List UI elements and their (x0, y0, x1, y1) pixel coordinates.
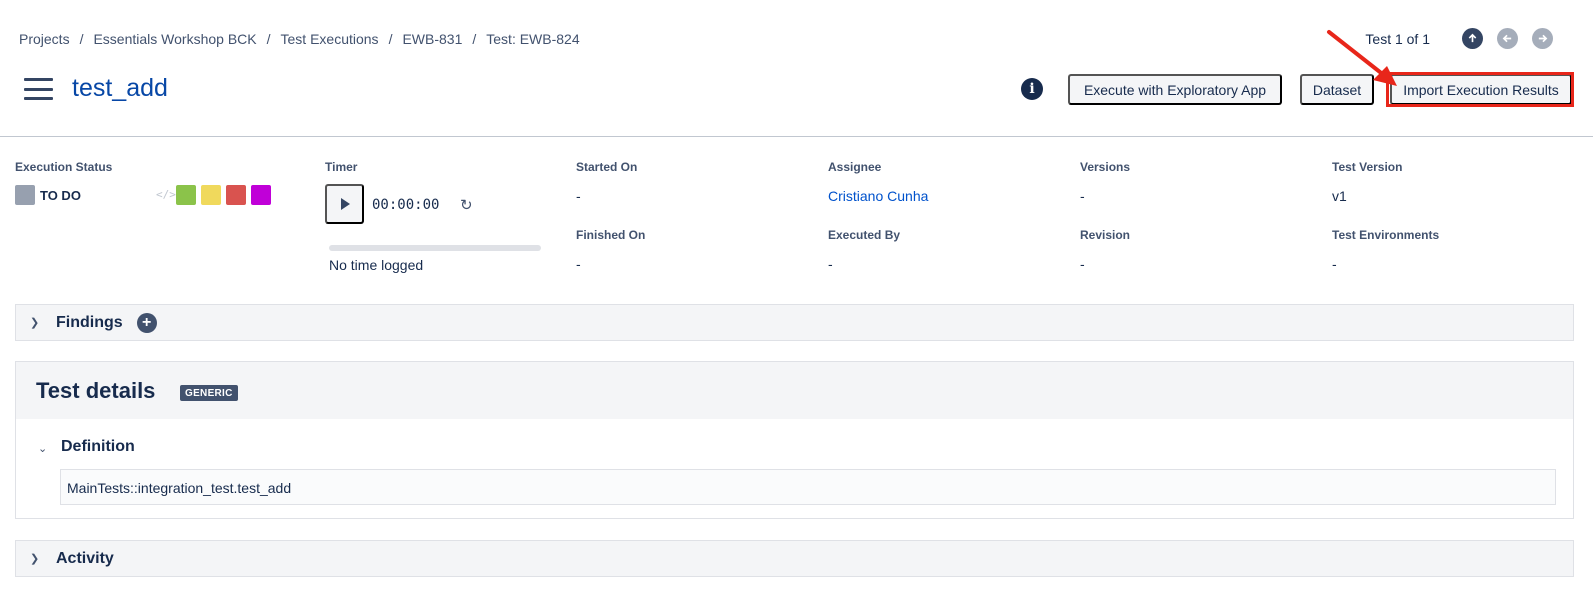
timer-label: Timer (325, 160, 358, 174)
chevron-right-icon[interactable]: ❯ (30, 316, 50, 329)
executed-by-label: Executed By (828, 228, 901, 242)
timer-log-text: No time logged (329, 257, 424, 273)
status-pass-swatch[interactable] (176, 185, 196, 205)
test-environments-label: Test Environments (1332, 228, 1440, 242)
status-other-swatch[interactable] (251, 185, 271, 205)
started-on-label: Started On (576, 160, 638, 174)
chevron-down-icon[interactable]: ⌄ (38, 442, 47, 455)
breadcrumb-separator: / (472, 31, 477, 47)
assignee-label: Assignee (828, 160, 882, 174)
test-details-panel: Test details GENERIC ⌄ Definition MainTe… (15, 361, 1574, 519)
execution-status-value[interactable]: TO DO (40, 188, 81, 203)
activity-panel[interactable]: ❯ Activity (15, 540, 1574, 577)
import-execution-results-button[interactable]: Import Execution Results (1390, 74, 1572, 105)
definition-title[interactable]: Definition (61, 438, 135, 456)
definition-value: MainTests::integration_test.test_add (60, 469, 1556, 505)
breadcrumb-separator: / (79, 31, 84, 47)
code-icon[interactable]: </> (156, 188, 176, 201)
timer-progress-bar (329, 245, 541, 251)
reset-icon[interactable]: ↻ (460, 196, 473, 214)
started-on-value: - (576, 188, 581, 204)
executed-by-value: - (828, 256, 833, 272)
breadcrumb-separator: / (388, 31, 393, 47)
chevron-right-icon[interactable]: ❯ (30, 552, 50, 565)
versions-label: Versions (1080, 160, 1131, 174)
revision-label: Revision (1080, 228, 1131, 242)
activity-title: Activity (56, 549, 114, 567)
breadcrumb-separator: / (266, 31, 271, 47)
status-swatch (15, 185, 35, 205)
finished-on-value: - (576, 256, 581, 272)
timer-play-button[interactable] (325, 184, 364, 224)
status-executing-swatch[interactable] (201, 185, 221, 205)
findings-title: Findings (56, 313, 123, 331)
breadcrumb-test[interactable]: Test: EWB-824 (486, 31, 579, 47)
test-type-badge: GENERIC (180, 385, 238, 401)
test-environments-value: - (1332, 256, 1337, 272)
arrow-left-icon[interactable] (1497, 28, 1518, 49)
test-version-value: v1 (1332, 188, 1347, 204)
hamburger-menu-icon[interactable] (24, 78, 53, 100)
assignee-link[interactable]: Cristiano Cunha (828, 188, 928, 204)
status-fail-swatch[interactable] (226, 185, 246, 205)
info-icon[interactable]: i (1021, 78, 1043, 100)
test-details-title: Test details (36, 378, 156, 403)
timer-time: 00:00:00 (372, 197, 440, 213)
breadcrumb: Projects / Essentials Workshop BCK / Tes… (19, 31, 580, 47)
breadcrumb-project[interactable]: Essentials Workshop BCK (93, 31, 256, 47)
arrow-right-icon[interactable] (1532, 28, 1553, 49)
arrow-up-icon[interactable] (1462, 28, 1483, 49)
revision-value: - (1080, 256, 1085, 272)
execution-status-label: Execution Status (15, 160, 113, 174)
test-details-header: Test details GENERIC (16, 362, 1573, 419)
finished-on-label: Finished On (576, 228, 646, 242)
page-title: test_add (72, 74, 168, 102)
breadcrumb-test-executions[interactable]: Test Executions (281, 31, 379, 47)
header-divider (0, 136, 1593, 137)
findings-panel[interactable]: ❯ Findings + (15, 304, 1574, 341)
breadcrumb-execution[interactable]: EWB-831 (402, 31, 462, 47)
versions-value: - (1080, 188, 1085, 204)
test-version-label: Test Version (1332, 160, 1403, 174)
breadcrumb-projects[interactable]: Projects (19, 31, 70, 47)
execute-exploratory-button[interactable]: Execute with Exploratory App (1068, 74, 1282, 105)
red-arrow-annotation (1327, 30, 1397, 86)
play-icon (340, 198, 350, 210)
add-finding-icon[interactable]: + (136, 312, 157, 333)
